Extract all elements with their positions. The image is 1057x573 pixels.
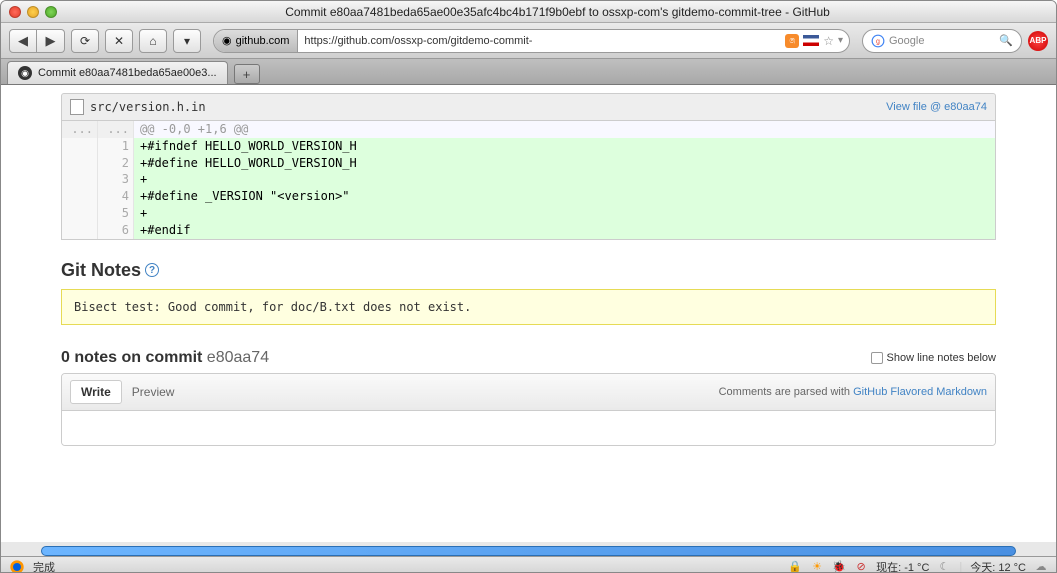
github-icon: ◉ bbox=[222, 34, 232, 47]
comment-box: Write Preview Comments are parsed with G… bbox=[61, 373, 996, 446]
flag-icon[interactable] bbox=[803, 35, 819, 46]
history-button[interactable]: ▾ bbox=[173, 29, 201, 53]
checkbox-icon[interactable] bbox=[871, 352, 883, 364]
adblock-icon[interactable]: ABP bbox=[1028, 31, 1048, 51]
zoom-window-button[interactable] bbox=[45, 6, 57, 18]
file-name: src/version.h.in bbox=[90, 100, 206, 114]
firefox-icon bbox=[9, 559, 25, 573]
markdown-hint: Comments are parsed with GitHub Flavored… bbox=[719, 386, 987, 398]
titlebar: Commit e80aa7481beda65ae00e35afc4bc4b171… bbox=[1, 1, 1056, 23]
git-notes-heading: Git Notes bbox=[61, 260, 141, 281]
search-icon: 🔍 bbox=[999, 34, 1013, 47]
show-line-notes-toggle[interactable]: Show line notes below bbox=[871, 352, 996, 364]
line-number-old bbox=[62, 138, 98, 155]
home-button[interactable]: ⌂ bbox=[139, 29, 167, 53]
help-icon[interactable]: ? bbox=[145, 263, 159, 277]
line-number-new: 5 bbox=[98, 205, 134, 222]
git-notes-content: Bisect test: Good commit, for doc/B.txt … bbox=[61, 289, 996, 325]
line-number-new: 2 bbox=[98, 155, 134, 172]
weather-today: 今天: 12 °C bbox=[970, 559, 1026, 573]
history-icon: ▾ bbox=[184, 34, 190, 48]
file-icon bbox=[70, 99, 84, 115]
window-title: Commit e80aa7481beda65ae00e35afc4bc4b171… bbox=[67, 5, 1048, 19]
new-tab-button[interactable]: + bbox=[234, 64, 260, 84]
line-number-new: 4 bbox=[98, 188, 134, 205]
bug-disabled-icon[interactable]: 🐞 bbox=[832, 560, 846, 573]
line-number-old bbox=[62, 155, 98, 172]
url-bar[interactable]: ◉ github.com https://github.com/ossxp-co… bbox=[213, 29, 850, 53]
git-notes-heading-row: Git Notes ? bbox=[61, 260, 996, 281]
line-number-new: 1 bbox=[98, 138, 134, 155]
line-number-ellipsis: ... bbox=[62, 121, 98, 138]
diff-hunk-header: @@ -0,0 +1,6 @@ bbox=[134, 121, 995, 138]
home-icon: ⌂ bbox=[149, 34, 156, 48]
comment-tabs: Write Preview Comments are parsed with G… bbox=[62, 374, 995, 411]
svg-text:g: g bbox=[876, 38, 880, 45]
notes-count-row: 0 notes on commit e80aa74 Show line note… bbox=[61, 349, 996, 367]
window-controls bbox=[9, 6, 57, 18]
line-number-old bbox=[62, 188, 98, 205]
cloud-icon: ☁ bbox=[1034, 560, 1048, 573]
reload-button[interactable]: ⟳ bbox=[71, 29, 99, 53]
diff-line: +#define _VERSION "<version>" bbox=[134, 188, 995, 205]
diff-line: +#ifndef HELLO_WORLD_VERSION_H bbox=[134, 138, 995, 155]
line-number-new: 3 bbox=[98, 171, 134, 188]
line-number-ellipsis: ... bbox=[98, 121, 134, 138]
dropdown-icon[interactable]: ▾ bbox=[838, 35, 843, 46]
diff-line: + bbox=[134, 171, 995, 188]
line-number-old bbox=[62, 171, 98, 188]
github-favicon-icon: ◉ bbox=[18, 66, 32, 80]
url-icons: ෧ ☆ ▾ bbox=[779, 34, 849, 48]
tab-write[interactable]: Write bbox=[70, 380, 122, 404]
horizontal-scrollbar[interactable] bbox=[41, 546, 1016, 556]
shield-disabled-icon[interactable]: ⊘ bbox=[854, 560, 868, 573]
diff-line: +#endif bbox=[134, 222, 995, 239]
view-file-link[interactable]: View file @ e80aa74 bbox=[886, 101, 987, 113]
status-bar: 完成 🔒 ☀ 🐞 ⊘ 现在: -1 °C ☾ | 今天: 12 °C ☁ bbox=[1, 556, 1056, 573]
browser-window: Commit e80aa7481beda65ae00e35afc4bc4b171… bbox=[0, 0, 1057, 573]
search-placeholder: Google bbox=[889, 35, 924, 47]
google-icon: g bbox=[871, 34, 885, 48]
tab-label: Commit e80aa7481beda65ae00e3... bbox=[38, 67, 217, 79]
commit-hash: e80aa74 bbox=[207, 349, 269, 366]
bookmark-star-icon[interactable]: ☆ bbox=[823, 34, 834, 48]
stop-button[interactable]: ✕ bbox=[105, 29, 133, 53]
browser-toolbar: ◀ ▶ ⟳ ✕ ⌂ ▾ ◉ github.com https://github.… bbox=[1, 23, 1056, 59]
sun-icon[interactable]: ☀ bbox=[810, 560, 824, 573]
diff-line: +#define HELLO_WORLD_VERSION_H bbox=[134, 155, 995, 172]
tab-current[interactable]: ◉ Commit e80aa7481beda65ae00e3... bbox=[7, 61, 228, 84]
reload-icon: ⟳ bbox=[80, 34, 90, 48]
notes-count-text: 0 notes on commit bbox=[61, 349, 207, 366]
minimize-window-button[interactable] bbox=[27, 6, 39, 18]
line-number-new: 6 bbox=[98, 222, 134, 239]
markdown-link[interactable]: GitHub Flavored Markdown bbox=[853, 386, 987, 398]
url-address: https://github.com/ossxp-com/gitdemo-com… bbox=[298, 35, 779, 47]
rss-icon[interactable]: ෧ bbox=[785, 34, 799, 48]
stop-icon: ✕ bbox=[114, 34, 124, 48]
comment-textarea[interactable] bbox=[62, 411, 995, 445]
show-line-notes-label: Show line notes below bbox=[887, 352, 996, 364]
weather-now: 现在: -1 °C bbox=[876, 559, 929, 573]
diff-view: ... ... @@ -0,0 +1,6 @@ 1 +#ifndef HELLO… bbox=[61, 121, 996, 240]
close-window-button[interactable] bbox=[9, 6, 21, 18]
site-identity[interactable]: ◉ github.com bbox=[214, 30, 298, 52]
url-domain: github.com bbox=[236, 35, 290, 47]
moon-icon: ☾ bbox=[937, 560, 951, 573]
back-icon: ◀ bbox=[18, 33, 28, 49]
nav-back-forward: ◀ ▶ bbox=[9, 29, 65, 53]
status-text: 完成 bbox=[33, 559, 55, 573]
page-content: src/version.h.in View file @ e80aa74 ...… bbox=[1, 85, 1056, 542]
lock-icon[interactable]: 🔒 bbox=[788, 560, 802, 573]
file-header: src/version.h.in View file @ e80aa74 bbox=[61, 93, 996, 121]
tab-strip: ◉ Commit e80aa7481beda65ae00e3... + bbox=[1, 59, 1056, 85]
line-number-old bbox=[62, 222, 98, 239]
back-button[interactable]: ◀ bbox=[9, 29, 37, 53]
forward-button[interactable]: ▶ bbox=[37, 29, 65, 53]
tab-preview[interactable]: Preview bbox=[122, 381, 185, 403]
diff-line: + bbox=[134, 205, 995, 222]
forward-icon: ▶ bbox=[46, 33, 56, 49]
line-number-old bbox=[62, 205, 98, 222]
search-bar[interactable]: g Google 🔍 bbox=[862, 29, 1022, 53]
